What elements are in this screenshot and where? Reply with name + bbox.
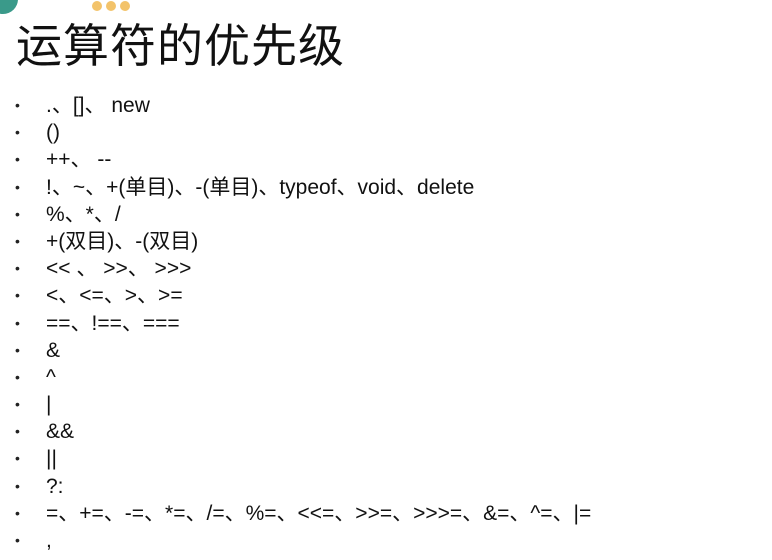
bullet-icon: • [15, 232, 20, 249]
operator-text: () [46, 121, 60, 145]
bullet-icon: • [15, 504, 20, 521]
operator-text: , [46, 529, 52, 552]
operator-text: %、*、/ [46, 202, 121, 226]
bullet-icon: • [15, 396, 20, 413]
bullet-icon: • [15, 368, 20, 385]
operator-text: ^ [46, 365, 56, 389]
bullet-icon: • [15, 532, 20, 548]
operator-text: ++、 -- [46, 148, 112, 172]
operator-text: ?: [46, 474, 64, 498]
bullet-icon: • [15, 124, 20, 141]
bullet-icon: • [15, 423, 20, 440]
bullet-icon: • [15, 341, 20, 358]
operator-text: | [46, 393, 52, 417]
operator-text: & [46, 338, 61, 362]
bullet-icon: • [15, 450, 20, 467]
bullet-icon: • [15, 151, 20, 168]
bullet-icon: • [15, 205, 20, 222]
bullet-icon: • [15, 178, 20, 195]
bullet-icon: • [15, 97, 20, 113]
operator-text: !、~、+(单目)、-(单目)、typeof、void、delete [46, 175, 475, 199]
operator-text: <、<=、>、>= [46, 284, 183, 308]
bullet-icon: • [15, 260, 20, 277]
bullet-icon: • [15, 477, 20, 494]
bullet-icon: • [15, 287, 20, 304]
operator-text: =、+=、-=、*=、/=、%=、<<=、>>=、>>>=、&=、^=、|= [46, 501, 592, 525]
operator-text: && [46, 420, 75, 444]
operator-text: .、[]、 new [46, 94, 150, 117]
operator-text: +(双目)、-(双目) [46, 229, 199, 253]
bullet-icon: • [15, 314, 20, 331]
operator-text: << 、 >>、 >>> [46, 257, 192, 281]
operator-text: || [46, 447, 57, 471]
slide-title: 运算符的优先级 [16, 19, 345, 73]
operator-text: ==、!==、=== [46, 311, 180, 335]
slide-dots-decoration [92, 0, 152, 11]
